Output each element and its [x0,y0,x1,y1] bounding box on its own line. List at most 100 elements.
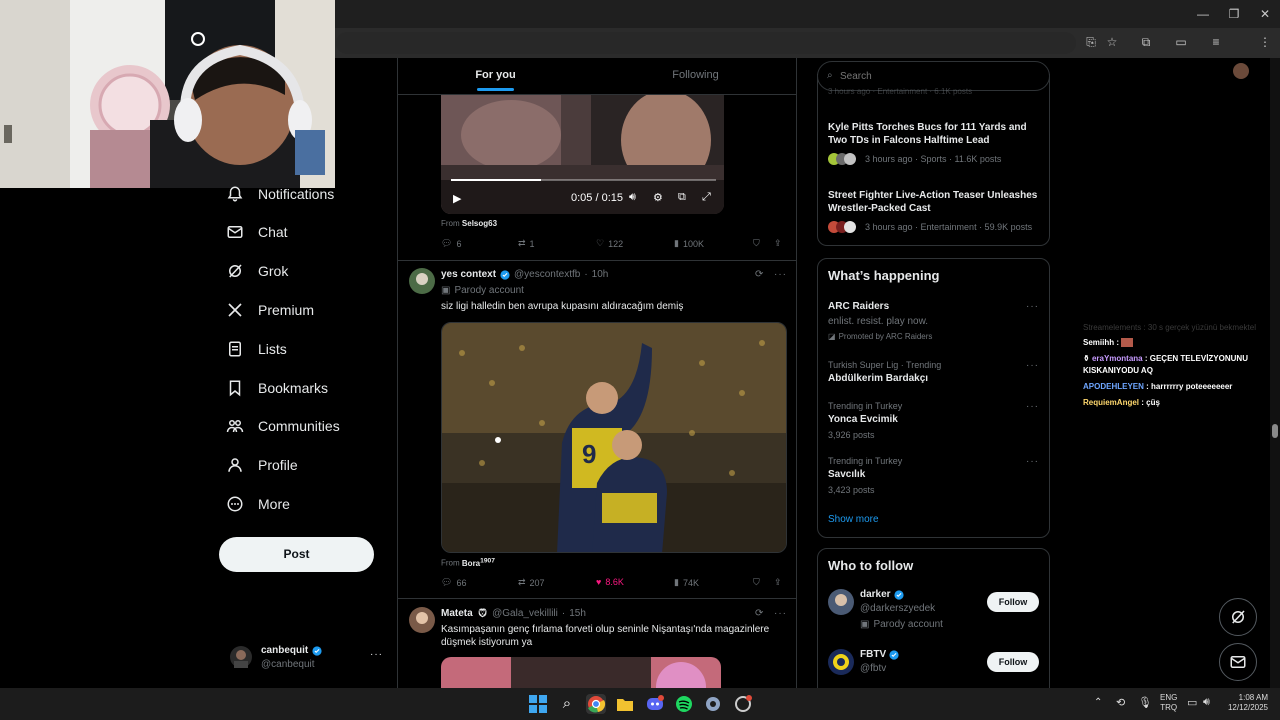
follow-name[interactable]: FBTV [860,649,886,660]
menu-kebab-icon[interactable]: ⋮ [1254,32,1276,52]
promo-title[interactable]: ARC Raiders [828,301,889,312]
nav-notifications[interactable]: Notifications [226,180,334,208]
messages-floating-button[interactable] [1219,643,1257,681]
follow-button[interactable]: Follow [987,592,1039,612]
language-primary: ENG [1160,693,1178,702]
nav-grok[interactable]: Grok [226,257,288,285]
post-time[interactable]: 15h [569,608,586,619]
address-bar[interactable] [336,32,1076,54]
settings-taskbar-icon[interactable] [703,694,723,714]
start-button[interactable] [528,694,548,714]
volume-icon[interactable]: 🔊︎ [629,191,636,204]
media-control-icon[interactable]: ≡ [1205,32,1227,52]
share-icon[interactable]: ⇪ [774,577,782,588]
trend-more-icon[interactable]: ··· [1026,360,1039,371]
follow-name[interactable]: darker [860,589,891,600]
nav-more[interactable]: More [226,490,290,518]
nav-profile[interactable]: Profile [226,451,298,479]
nav-communities[interactable]: Communities [226,412,340,440]
profile-avatar[interactable] [1233,63,1249,79]
trend-title[interactable]: Savcılık [828,469,865,480]
account-more-icon[interactable]: ··· [370,649,383,660]
search-icon[interactable]: ⌕ [557,694,577,714]
minimize-icon[interactable]: — [1192,4,1214,24]
post-button[interactable]: Post [219,537,374,572]
extensions-icon[interactable]: ⧉ [1135,32,1157,52]
author-name[interactable]: yes context [441,269,496,280]
repost-button[interactable]: ⇄ 207 [518,577,545,588]
follow-avatar[interactable] [828,589,854,615]
fullscreen-icon[interactable]: ⤢ [702,191,711,204]
scrollbar-thumb[interactable] [1272,424,1278,438]
close-icon[interactable]: ✕ [1254,4,1276,24]
source-name[interactable]: Bora1907 [462,557,495,568]
video-player[interactable]: ▶ 0:05 / 0:15 🔊︎ ⚙︎ ⧉ ⤢ [441,95,724,214]
post-image[interactable]: 9 [441,322,787,553]
follow-button[interactable]: Follow [987,652,1039,672]
reply-button[interactable]: 💬︎ 6 [441,238,461,249]
author-name[interactable]: Mateta [441,608,473,619]
like-button[interactable]: ♥ 8.6K [596,577,624,587]
page-scrollbar[interactable] [1270,58,1280,688]
spotify-taskbar-icon[interactable] [674,694,694,714]
post-more-icon[interactable]: ··· [774,269,787,280]
repost-button[interactable]: ⇄ 1 [518,238,535,249]
nav-lists[interactable]: Lists [226,335,287,363]
bookmark-button[interactable]: ⛉ [753,238,760,249]
follow-avatar[interactable] [828,649,854,675]
trend-title[interactable]: Abdülkerim Bardakçı [828,373,928,384]
post-more-icon[interactable]: ··· [774,608,787,619]
nav-premium[interactable]: Premium [226,296,314,324]
views-button[interactable]: ▮ 100K [674,238,704,249]
volume-icon[interactable]: 🔊︎ [1203,696,1210,709]
share-icon[interactable]: ⇪ [774,238,782,249]
like-button[interactable]: ♡ 122 [596,238,623,249]
settings-gear-icon[interactable]: ⚙︎ [653,191,663,204]
news-panel: 3 hours ago · Entertainment · 6.1K posts… [817,74,1050,246]
source-name[interactable]: Selsog63 [462,219,497,228]
play-icon[interactable]: ▶ [453,192,461,205]
install-app-icon[interactable]: ⎘ [1080,32,1102,52]
app-taskbar-icon[interactable] [733,694,753,714]
video-progress-track[interactable] [451,179,716,181]
pip-icon[interactable]: ⧉ [678,191,686,204]
views-button[interactable]: ▮ 74K [674,577,699,588]
star-bookmark-icon[interactable]: ☆ [1101,32,1123,52]
language-indicator[interactable]: ENG TRQ [1160,693,1177,713]
tray-overflow-icon[interactable]: ⌃ [1094,697,1102,708]
microphone-icon[interactable]: 🎙︎ [1138,696,1152,709]
nav-chat[interactable]: Chat [226,218,288,246]
tab-following[interactable]: Following [598,58,793,94]
author-handle[interactable]: @Gala_vekillili [492,608,558,619]
post-time[interactable]: 10h [592,269,609,280]
clock[interactable]: 1:08 AM 12/12/2025 [1222,693,1268,713]
trend-more-icon[interactable]: ··· [1026,401,1039,412]
news-title[interactable]: Kyle Pitts Torches Bucs for 111 Yards an… [828,121,1040,147]
news-title[interactable]: Street Fighter Live-Action Teaser Unleas… [828,189,1040,215]
grok-floating-button[interactable] [1219,598,1257,636]
trend-more-icon[interactable]: ··· [1026,301,1039,312]
x-logo-icon [228,303,242,317]
reply-button[interactable]: 💬︎ 66 [441,577,466,588]
author-handle[interactable]: @yescontextfb [514,269,580,280]
post-image[interactable] [441,657,721,688]
network-icon[interactable]: ▭ [1187,696,1197,709]
trend-title[interactable]: Yonca Evcimik [828,414,898,425]
file-explorer-taskbar-icon[interactable] [615,694,635,714]
trend-more-icon[interactable]: ··· [1026,456,1039,467]
grok-analyze-icon[interactable]: ⟳ [755,608,763,619]
discord-taskbar-icon[interactable] [645,694,665,714]
account-switcher[interactable]: canbequit @canbequit ··· [226,643,406,675]
post-avatar[interactable] [409,268,435,294]
post-avatar[interactable] [409,607,435,633]
split-view-icon[interactable]: ▭ [1170,32,1192,52]
grok-analyze-icon[interactable]: ⟳ [755,269,763,280]
promoted-icon: ◪ [828,332,836,341]
nav-bookmarks[interactable]: Bookmarks [226,374,328,402]
tab-for-you[interactable]: For you [398,58,593,94]
show-more-link[interactable]: Show more [828,514,879,525]
bookmark-button[interactable]: ⛉ [753,577,760,588]
restore-icon[interactable]: ❐ [1223,4,1245,24]
sync-icon[interactable]: ⟲ [1116,696,1125,709]
chrome-taskbar-icon[interactable] [586,694,606,714]
